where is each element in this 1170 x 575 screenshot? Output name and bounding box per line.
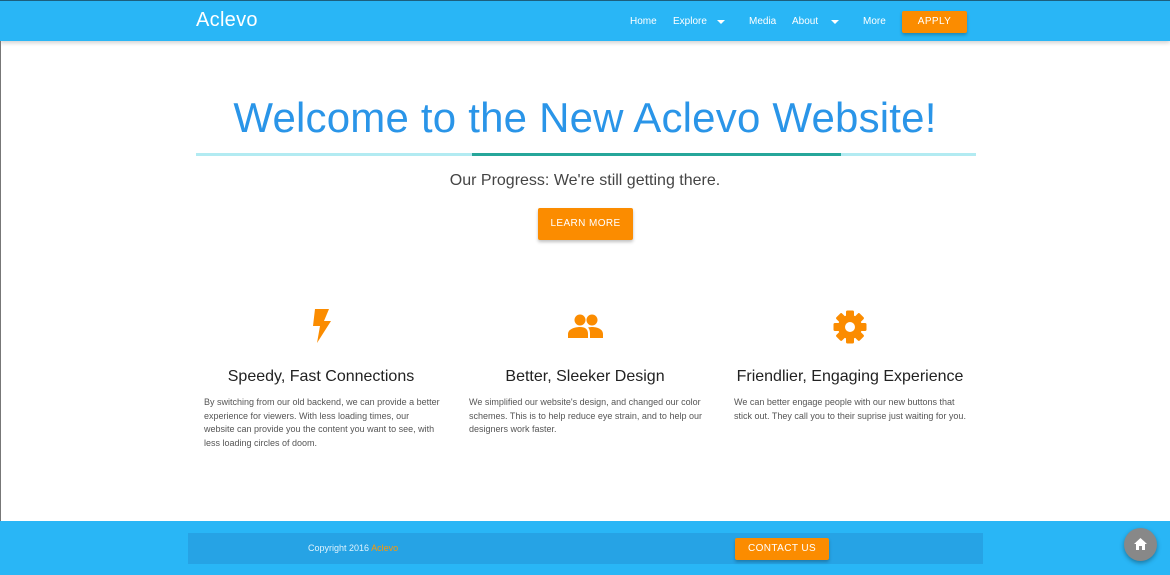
feature-title-speed: Speedy, Fast Connections [227,368,415,385]
learn-more-button[interactable]: LEARN MORE [538,208,633,240]
feature-title-design: Better, Sleeker Design [505,368,665,385]
lightning-bolt-icon [313,309,331,343]
nav-item-more[interactable]: More [863,16,886,27]
nav-item-about[interactable]: About [792,16,818,27]
copyright-text: Copyright 2016 Aclevo [308,543,398,553]
nav-item-explore[interactable]: Explore [673,16,707,27]
progress-bar [196,153,976,156]
copyright-brand-link[interactable]: Aclevo [371,543,398,553]
gear-icon [833,310,867,344]
home-fab-button[interactable] [1124,528,1157,561]
copyright-prefix: Copyright 2016 [308,543,370,553]
brand-logo[interactable]: Aclevo [196,9,258,32]
progress-caption: Our Progress: We're still getting there. [449,172,721,189]
footer-content: Copyright 2016 Aclevo CONTACT US [188,533,983,564]
nav-item-home[interactable]: Home [630,16,657,27]
nav-item-media[interactable]: Media [749,16,776,27]
progress-bar-fill [472,153,841,156]
apply-button[interactable]: APPLY [902,11,967,33]
about-dropdown-caret-icon[interactable] [831,20,839,24]
feature-text-speed: By switching from our old backend, we ca… [204,397,440,448]
contact-us-button[interactable]: CONTACT US [735,538,829,560]
footer: Copyright 2016 Aclevo CONTACT US [0,521,1170,575]
explore-dropdown-caret-icon[interactable] [717,20,725,24]
top-navbar: Aclevo Home Explore Media About More APP… [0,0,1170,41]
feature-text-design: We simplified our website's design, and … [469,397,702,434]
page-title: Welcome to the New Aclevo Website! [233,94,937,141]
feature-title-experience: Friendlier, Engaging Experience [736,368,964,385]
home-icon [1134,538,1147,550]
people-icon [568,314,603,338]
feature-text-experience: We can better engage people with our new… [734,397,966,421]
